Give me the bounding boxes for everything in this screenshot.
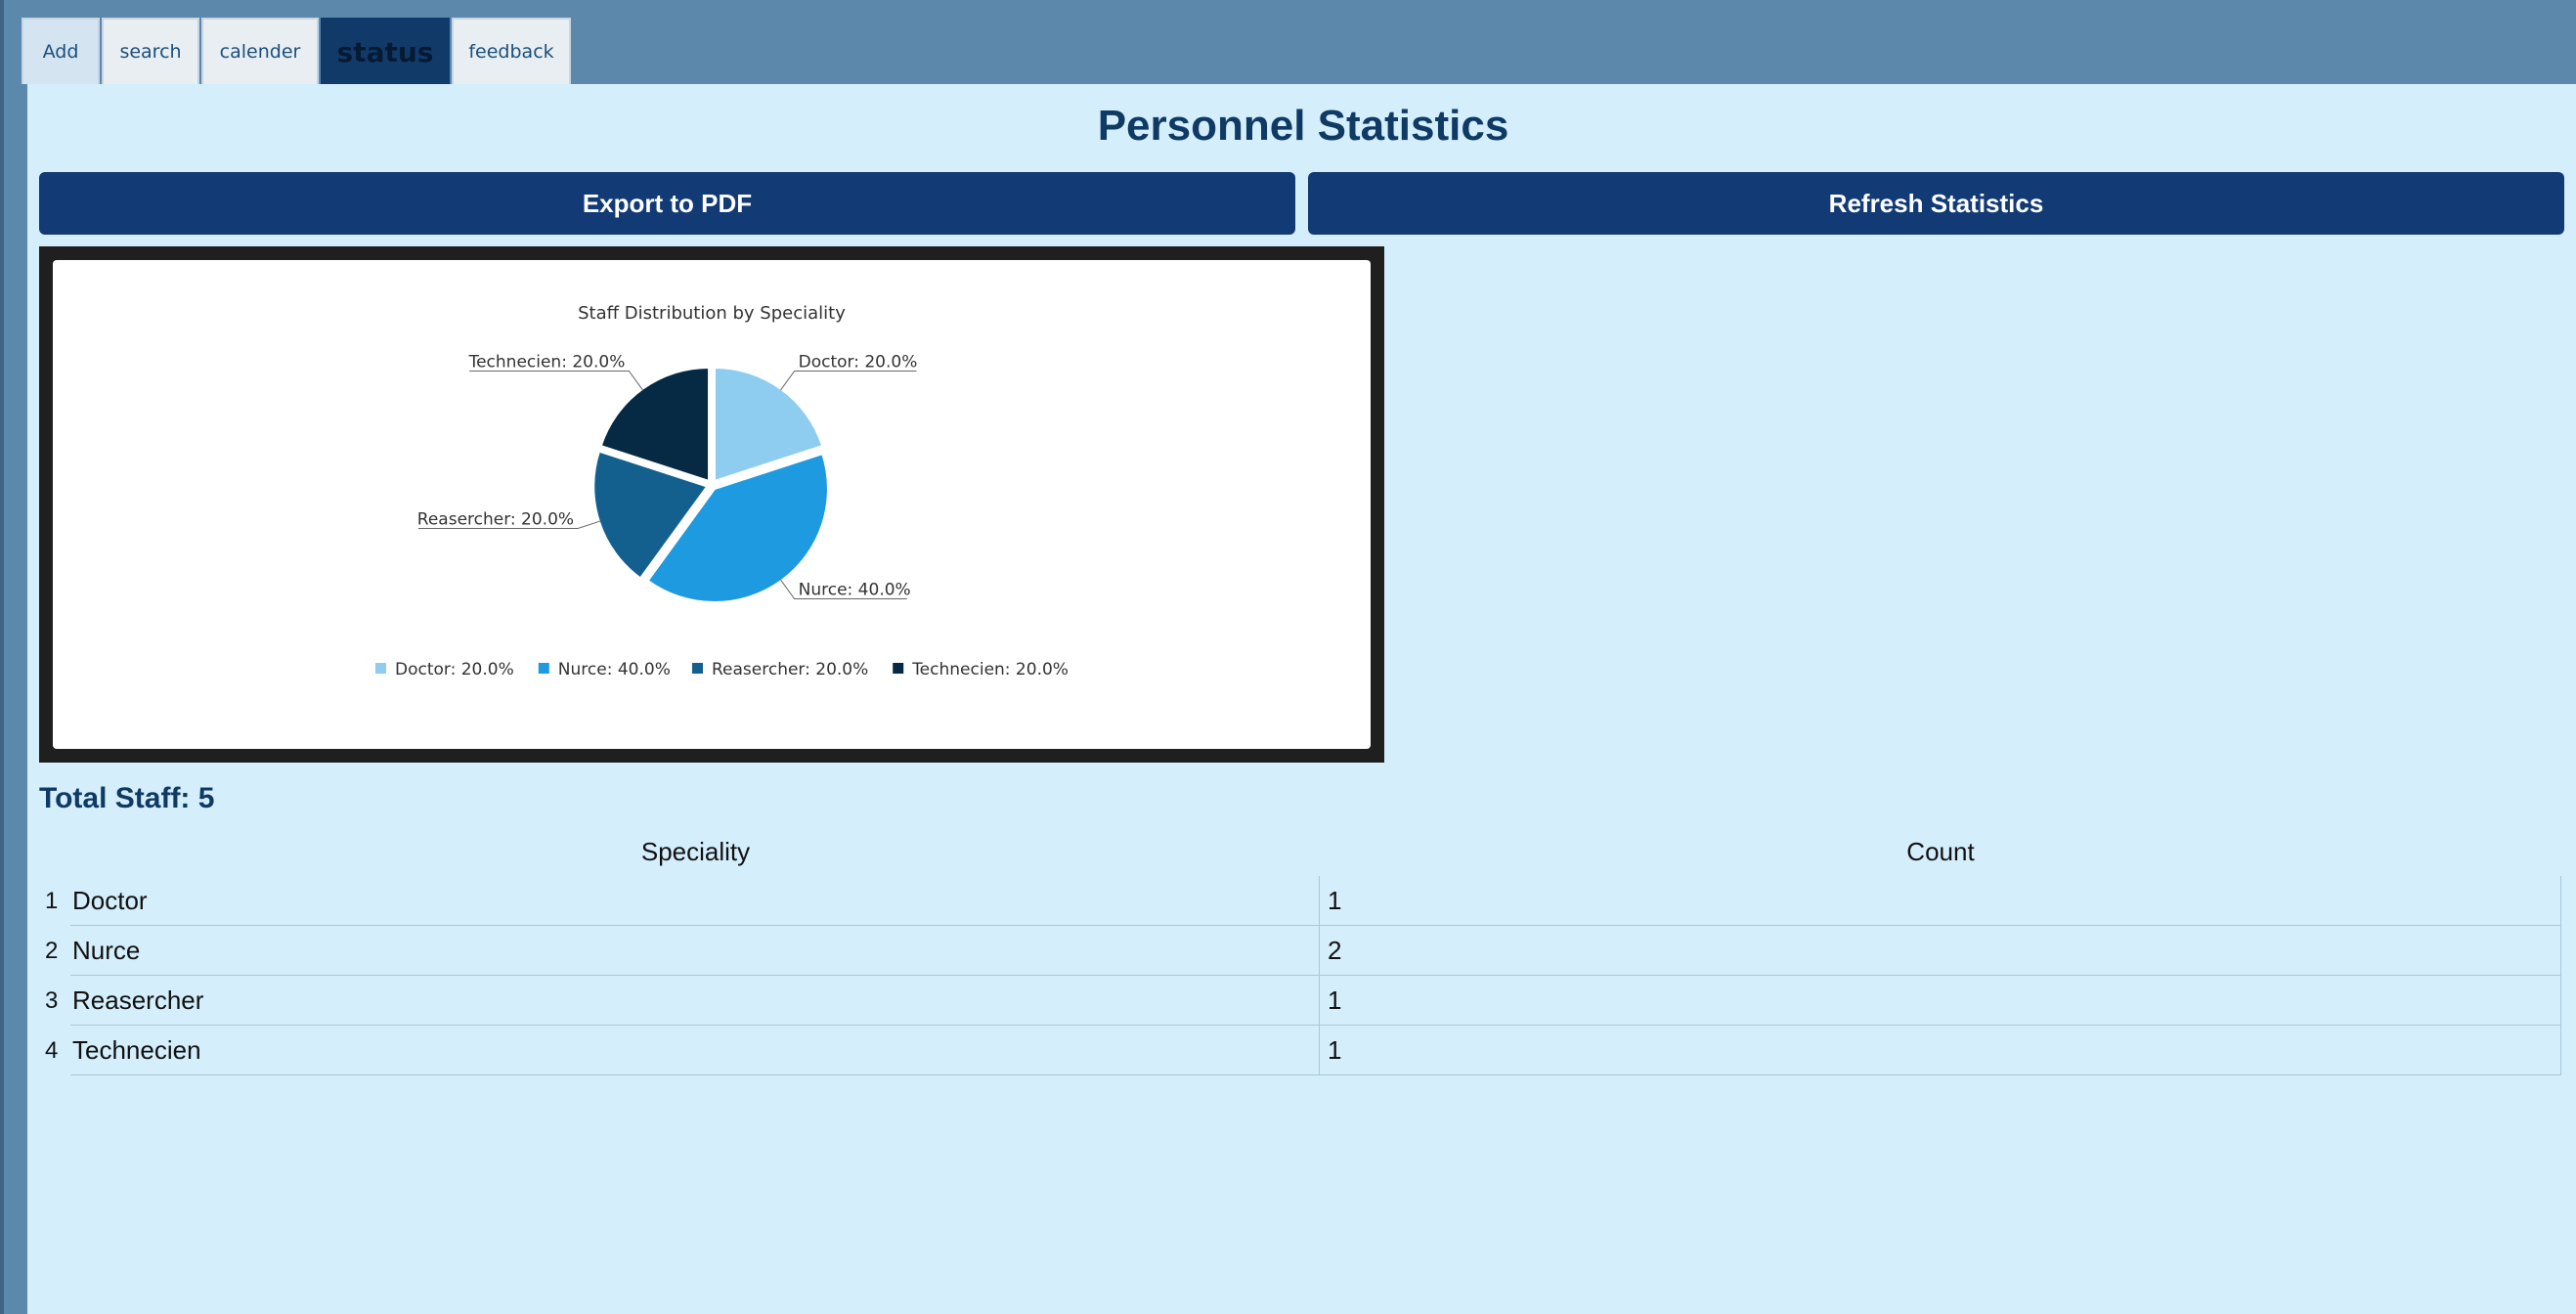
pie-chart: Staff Distribution by Speciality Doctor: … — [375, 303, 1069, 679]
table-header: Speciality Count — [39, 827, 2561, 876]
export-pdf-button[interactable]: Export to PDF — [39, 172, 1295, 235]
count-cell: 1 — [1328, 986, 1342, 1015]
tab-search[interactable]: search — [102, 18, 199, 84]
slice-label: Reasercher: 20.0% — [417, 509, 574, 529]
row-border — [2560, 926, 2561, 976]
tab-bar: Add search calender status feedback — [22, 16, 573, 84]
table-row[interactable]: 3 Reasercher 1 — [39, 976, 2561, 1026]
speciality-table: Speciality Count 1 Doctor 1 2 Nurce 2 3 … — [39, 827, 2561, 1075]
row-divider — [70, 1074, 2561, 1075]
legend-swatch — [692, 663, 703, 674]
tab-add[interactable]: Add — [22, 18, 100, 84]
slice-leader-line — [469, 371, 643, 391]
legend-swatch — [893, 663, 904, 674]
legend-swatch — [375, 663, 386, 674]
tab-status[interactable]: status — [321, 18, 450, 84]
table-row[interactable]: 1 Doctor 1 — [39, 876, 2561, 926]
column-divider — [1319, 1026, 1320, 1075]
column-header-speciality[interactable]: Speciality — [72, 827, 1319, 876]
column-divider — [1319, 876, 1320, 926]
speciality-cell: Reasercher — [72, 986, 204, 1015]
row-border — [2560, 976, 2561, 1026]
tab-feedback[interactable]: feedback — [452, 18, 571, 84]
status-panel: Personnel Statistics Export to PDF Refre… — [24, 84, 2576, 1314]
table-row[interactable]: 4 Technecien 1 — [39, 1026, 2561, 1075]
speciality-cell: Doctor — [72, 886, 148, 915]
legend-item: Doctor: 20.0% — [395, 660, 514, 679]
slice-leader-line — [780, 371, 917, 391]
legend-item: Technecien: 20.0% — [911, 660, 1069, 679]
count-cell: 2 — [1328, 936, 1342, 965]
window-edge — [0, 0, 4, 1314]
legend-item: Nurce: 40.0% — [558, 660, 671, 679]
slice-label: Nurce: 40.0% — [799, 580, 911, 599]
column-divider — [1319, 976, 1320, 1026]
speciality-cell: Technecien — [72, 1035, 201, 1065]
row-border — [2560, 876, 2561, 926]
table-row[interactable]: 2 Nurce 2 — [39, 926, 2561, 976]
refresh-statistics-button[interactable]: Refresh Statistics — [1308, 172, 2564, 235]
speciality-cell: Nurce — [72, 936, 141, 965]
legend-swatch — [538, 663, 549, 674]
slice-label: Doctor: 20.0% — [799, 353, 918, 372]
chart-area: Staff Distribution by Speciality Doctor: … — [53, 260, 1371, 749]
chart-title: Staff Distribution by Speciality — [578, 303, 846, 324]
tab-calender[interactable]: calender — [201, 18, 319, 84]
row-index: 1 — [45, 887, 59, 914]
total-staff: Total Staff: 5 — [39, 782, 215, 814]
row-index: 4 — [45, 1036, 59, 1064]
count-cell: 1 — [1328, 1035, 1342, 1065]
row-index: 2 — [45, 937, 59, 964]
chart-frame: Staff Distribution by Speciality Doctor: … — [39, 246, 1384, 763]
page-title: Personnel Statistics — [1097, 102, 1509, 150]
row-border — [2560, 1026, 2561, 1075]
column-divider — [1319, 926, 1320, 976]
column-header-count[interactable]: Count — [1320, 827, 2561, 876]
slice-label: Technecien: 20.0% — [468, 353, 626, 372]
row-index: 3 — [45, 986, 59, 1014]
legend-item: Reasercher: 20.0% — [712, 660, 868, 679]
count-cell: 1 — [1328, 886, 1342, 915]
